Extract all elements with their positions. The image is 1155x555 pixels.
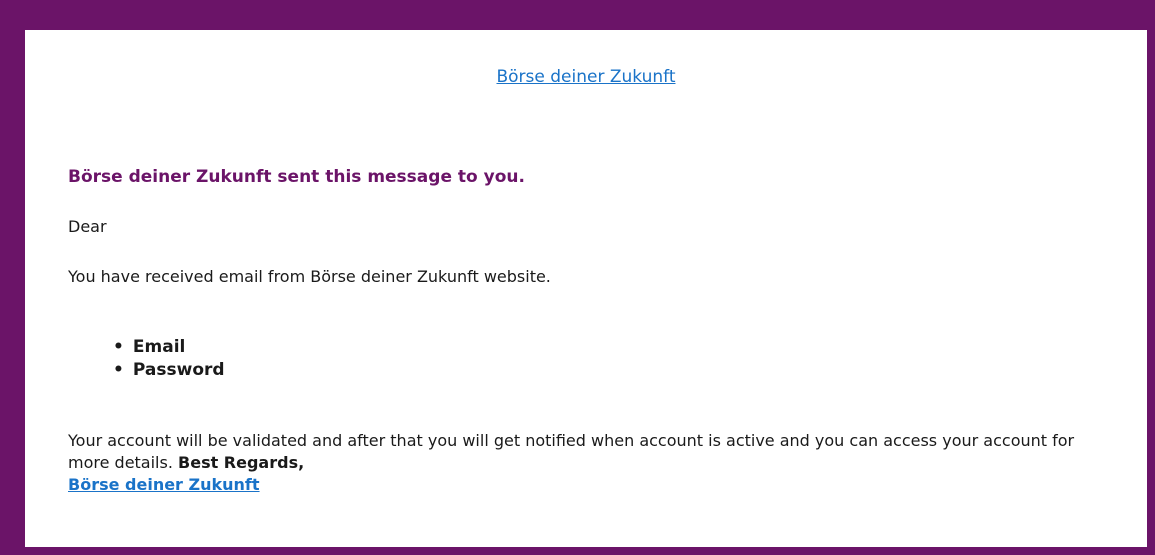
list-item-label: Email xyxy=(132,337,186,357)
email-card: Börse deiner Zukunft Börse deiner Zukunf… xyxy=(25,30,1147,547)
sender-notice: Börse deiner Zukunft sent this message t… xyxy=(68,167,525,187)
email-frame: Börse deiner Zukunft Börse deiner Zukunf… xyxy=(0,0,1155,555)
site-header-link[interactable]: Börse deiner Zukunft xyxy=(25,67,1147,87)
list-item: Email xyxy=(113,336,225,359)
list-item: Password xyxy=(113,359,225,382)
regards-text: Best Regards, xyxy=(178,453,305,472)
greeting: Dear xyxy=(68,217,107,236)
closing-paragraph: Your account will be validated and after… xyxy=(68,430,1118,496)
intro-text: You have received email from Börse deine… xyxy=(68,267,551,286)
signature-link[interactable]: Börse deiner Zukunft xyxy=(68,474,260,496)
list-item-label: Password xyxy=(132,360,225,380)
credential-list: Email Password xyxy=(113,336,225,382)
